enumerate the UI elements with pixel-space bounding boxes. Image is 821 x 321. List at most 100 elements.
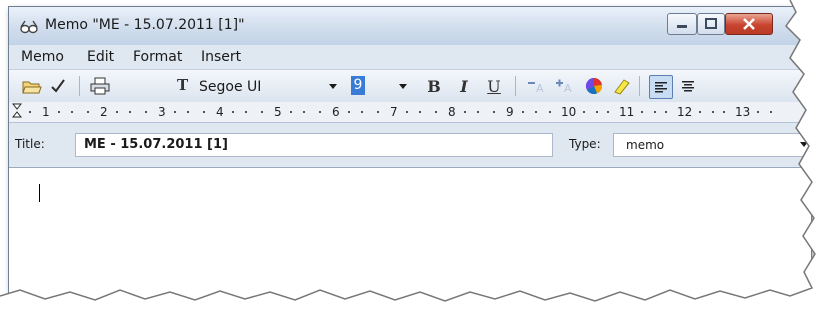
ruler-tick: [757, 111, 759, 113]
font-name-combo[interactable]: T Segoe UI: [169, 75, 341, 97]
chevron-down-icon[interactable]: [800, 142, 808, 147]
ruler-tick: [145, 111, 147, 113]
ruler-tick: [377, 111, 379, 113]
truetype-icon: T: [177, 76, 189, 94]
font-name-value: Segoe UI: [199, 79, 262, 95]
ruler-tick: [435, 111, 437, 113]
maximize-icon: [705, 18, 717, 29]
menu-edit[interactable]: Edit: [87, 49, 114, 65]
ruler-tick: [129, 111, 131, 113]
ruler-tick: [245, 111, 247, 113]
ruler-number: 13: [735, 105, 751, 119]
ruler-tick: [493, 111, 495, 113]
ruler-number: 5: [274, 105, 282, 119]
minimize-button[interactable]: [667, 13, 697, 35]
ruler-tick: [770, 111, 772, 113]
ruler-tick: [723, 111, 725, 113]
ruler-tick: [232, 111, 234, 113]
menu-memo[interactable]: Memo: [21, 49, 64, 65]
toolbar-separator: [515, 76, 516, 96]
align-left-icon: [655, 82, 667, 93]
type-label: Type:: [569, 137, 601, 151]
svg-text:A: A: [536, 82, 544, 95]
ruler-number: 1: [42, 105, 50, 119]
title-type-row: Title: ME - 15.07.2011 [1] Type: memo: [9, 123, 811, 165]
ruler-number: 10: [561, 105, 577, 119]
toolbar: T Segoe UI 9 B I U A A: [9, 69, 811, 103]
memo-editor[interactable]: [9, 167, 811, 311]
ruler-tick: [290, 111, 292, 113]
ruler-tick: [596, 111, 598, 113]
bold-label: B: [427, 76, 441, 96]
font-color-button[interactable]: [583, 75, 605, 97]
ruler-tick: [464, 111, 466, 113]
title-bar[interactable]: Memo "ME - 15.07.2011 [1]": [9, 7, 811, 45]
ruler-tick: [654, 111, 656, 113]
menu-insert[interactable]: Insert: [201, 49, 241, 65]
decrease-font-icon: A: [528, 82, 544, 95]
ruler-tick: [87, 111, 89, 113]
ruler-tick: [665, 111, 667, 113]
highlighter-icon: [614, 79, 630, 95]
print-button[interactable]: [89, 75, 111, 97]
font-size-value[interactable]: 9: [351, 76, 365, 95]
svg-text:A: A: [564, 82, 572, 95]
ruler-tick: [303, 111, 305, 113]
ruler: 1 2 3 4 5 6 7 8 9 10 11 12 13: [9, 102, 811, 123]
ruler-number: 6: [332, 105, 340, 119]
ruler-tick: [699, 111, 701, 113]
close-button[interactable]: [725, 13, 773, 35]
underline-button[interactable]: U: [483, 75, 505, 97]
ruler-number: 4: [216, 105, 224, 119]
ruler-tick: [641, 111, 643, 113]
type-select-value: memo: [626, 138, 665, 152]
menu-bar: Memo Edit Format Insert: [9, 45, 811, 69]
ruler-number: 2: [100, 105, 108, 119]
minimize-icon: [677, 25, 687, 28]
toolbar-separator: [79, 76, 80, 96]
ruler-tick: [477, 111, 479, 113]
underline-label: U: [487, 76, 501, 96]
ruler-tick: [549, 111, 551, 113]
ruler-number: 12: [677, 105, 693, 119]
highlight-button[interactable]: [611, 75, 633, 97]
text-caret: [39, 184, 40, 202]
ruler-tick: [187, 111, 189, 113]
ruler-tick: [29, 111, 31, 113]
ruler-tick: [174, 111, 176, 113]
open-button[interactable]: [21, 75, 43, 97]
toolbar-separator: [639, 76, 640, 96]
close-icon: [743, 18, 755, 30]
ruler-tick: [406, 111, 408, 113]
save-check-button[interactable]: [47, 75, 69, 97]
decrease-font-button[interactable]: A: [525, 75, 547, 97]
printer-icon: [90, 77, 110, 95]
ruler-tick: [261, 111, 263, 113]
chevron-down-icon[interactable]: [329, 84, 337, 89]
menu-format[interactable]: Format: [133, 49, 182, 65]
ruler-tick: [361, 111, 363, 113]
ruler-number: 3: [158, 105, 166, 119]
italic-label: I: [460, 76, 468, 96]
maximize-button[interactable]: [697, 13, 725, 35]
checkmark-icon: [51, 79, 65, 93]
font-size-combo[interactable]: 9: [349, 75, 413, 97]
type-select[interactable]: memo: [613, 133, 811, 157]
bold-button[interactable]: B: [423, 75, 445, 97]
title-field[interactable]: ME - 15.07.2011 [1]: [75, 133, 553, 157]
ruler-number: 11: [619, 105, 635, 119]
indent-marker-icon[interactable]: [12, 103, 22, 119]
chevron-down-icon[interactable]: [399, 84, 407, 89]
increase-font-button[interactable]: A: [553, 75, 575, 97]
italic-button[interactable]: I: [453, 75, 475, 97]
title-label: Title:: [15, 137, 45, 151]
ruler-tick: [203, 111, 205, 113]
ruler-tick: [583, 111, 585, 113]
ruler-tick: [116, 111, 118, 113]
title-field-value: ME - 15.07.2011 [1]: [84, 137, 228, 152]
color-wheel-icon: [585, 77, 603, 95]
align-left-button[interactable]: [649, 75, 673, 99]
align-center-button[interactable]: [677, 75, 699, 97]
ruler-tick: [71, 111, 73, 113]
open-folder-icon: [22, 81, 42, 94]
